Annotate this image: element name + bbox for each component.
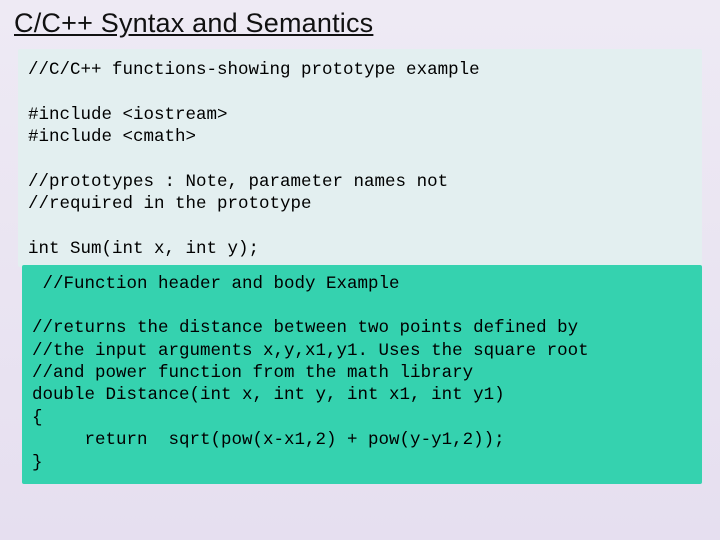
code-block-prototypes: //C/C++ functions-showing prototype exam… [18, 49, 702, 267]
code-block-function-body: //Function header and body Example //ret… [22, 265, 702, 485]
page-title: C/C++ Syntax and Semantics [14, 8, 706, 39]
slide: C/C++ Syntax and Semantics //C/C++ funct… [0, 0, 720, 540]
